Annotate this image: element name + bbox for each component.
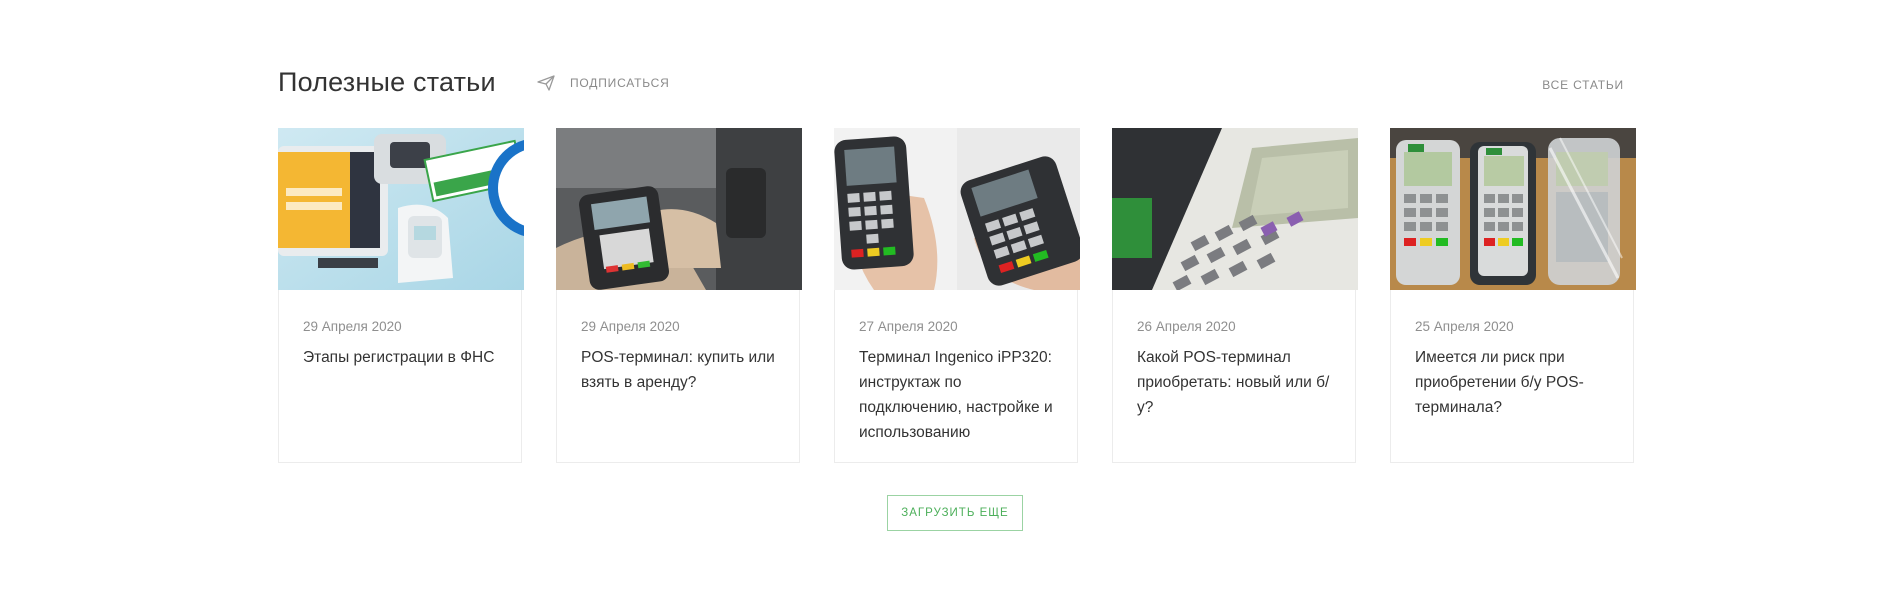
subscribe-label: ПОДПИСАТЬСЯ: [570, 76, 670, 90]
article-title[interactable]: Терминал Ingenico iPP320: инструктаж по …: [859, 345, 1065, 445]
article-date: 27 Апреля 2020: [859, 319, 958, 334]
paper-plane-icon: [536, 73, 556, 93]
articles-grid: 29 Апреля 2020 Этапы регистрации в ФНС 2…: [278, 128, 1636, 465]
article-date: 29 Апреля 2020: [581, 319, 680, 334]
article-image: [1390, 128, 1636, 290]
article-card[interactable]: 27 Апреля 2020 Терминал Ingenico iPP320:…: [834, 128, 1080, 463]
subscribe-link[interactable]: ПОДПИСАТЬСЯ: [536, 73, 670, 93]
article-title[interactable]: POS-терминал: купить или взять в аренду?: [581, 345, 787, 395]
articles-section: Полезные статьи ПОДПИСАТЬСЯ ВСЕ СТАТЬИ 2…: [278, 0, 1636, 589]
all-articles-link[interactable]: ВСЕ СТАТЬИ: [1542, 78, 1624, 92]
article-image: [1112, 128, 1358, 290]
article-image: [556, 128, 802, 290]
section-title: Полезные статьи: [278, 67, 496, 97]
article-date: 25 Апреля 2020: [1415, 319, 1514, 334]
article-card[interactable]: 25 Апреля 2020 Имеется ли риск при приоб…: [1390, 128, 1636, 463]
load-more-button[interactable]: ЗАГРУЗИТЬ ЕЩЕ: [887, 495, 1023, 531]
article-image: [834, 128, 1080, 290]
section-header: Полезные статьи ПОДПИСАТЬСЯ ВСЕ СТАТЬИ: [278, 64, 1624, 104]
article-card[interactable]: 29 Апреля 2020 POS-терминал: купить или …: [556, 128, 802, 463]
article-card[interactable]: 26 Апреля 2020 Какой POS-терминал приобр…: [1112, 128, 1358, 463]
article-card[interactable]: 29 Апреля 2020 Этапы регистрации в ФНС: [278, 128, 524, 463]
article-title[interactable]: Этапы регистрации в ФНС: [303, 345, 509, 370]
article-title[interactable]: Имеется ли риск при приобретении б/у POS…: [1415, 345, 1621, 420]
article-date: 29 Апреля 2020: [303, 319, 402, 334]
article-date: 26 Апреля 2020: [1137, 319, 1236, 334]
article-title[interactable]: Какой POS-терминал приобретать: новый ил…: [1137, 345, 1343, 420]
article-image: [278, 128, 524, 290]
